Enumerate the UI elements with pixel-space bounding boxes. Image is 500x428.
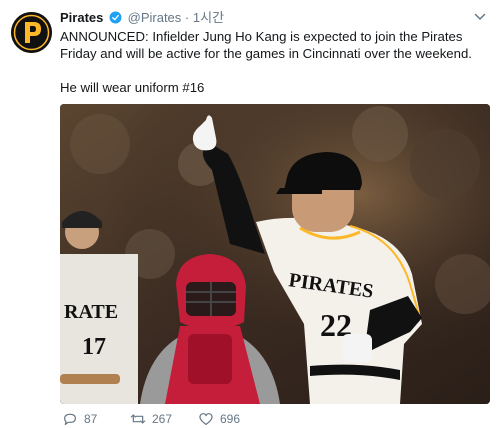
account-handle[interactable]: @Pirates xyxy=(128,10,182,25)
tweet-paragraph: ANNOUNCED: Infielder Jung Ho Kang is exp… xyxy=(60,29,472,61)
tweet-actions: 87 267 696 xyxy=(60,412,490,428)
pirates-p-logo-icon xyxy=(11,12,52,53)
like-count: 696 xyxy=(220,412,241,426)
reply-count: 87 xyxy=(84,412,98,426)
tweet: Pirates @Pirates · 1시간 ANNOUNCED: Infiel… xyxy=(0,0,500,428)
tweet-photo[interactable]: RATE 17 PIRATES 22 xyxy=(60,104,490,404)
baseball-photo: RATE 17 PIRATES 22 xyxy=(60,104,490,404)
heart-icon xyxy=(199,413,213,425)
left-jersey-number: 17 xyxy=(82,334,106,360)
retweet-icon xyxy=(130,414,146,424)
reply-icon xyxy=(64,413,76,425)
like-button[interactable]: 696 xyxy=(198,412,240,426)
tweet-timestamp[interactable]: 1시간 xyxy=(193,10,224,25)
tweet-paragraph: He will wear uniform #16 xyxy=(60,80,205,95)
left-jersey-text: RATE xyxy=(64,301,118,323)
pirates-avatar[interactable] xyxy=(11,12,52,53)
reply-button[interactable]: 87 xyxy=(62,412,97,426)
chevron-down-icon[interactable] xyxy=(474,12,486,22)
tweet-header: Pirates @Pirates · 1시간 xyxy=(60,10,224,26)
retweet-button[interactable]: 267 xyxy=(130,412,172,426)
separator-dot: · xyxy=(184,10,190,25)
account-name[interactable]: Pirates xyxy=(60,10,103,25)
tweet-text: ANNOUNCED: Infielder Jung Ho Kang is exp… xyxy=(60,28,485,113)
retweet-count: 267 xyxy=(152,412,173,426)
verified-badge-icon xyxy=(109,11,122,24)
